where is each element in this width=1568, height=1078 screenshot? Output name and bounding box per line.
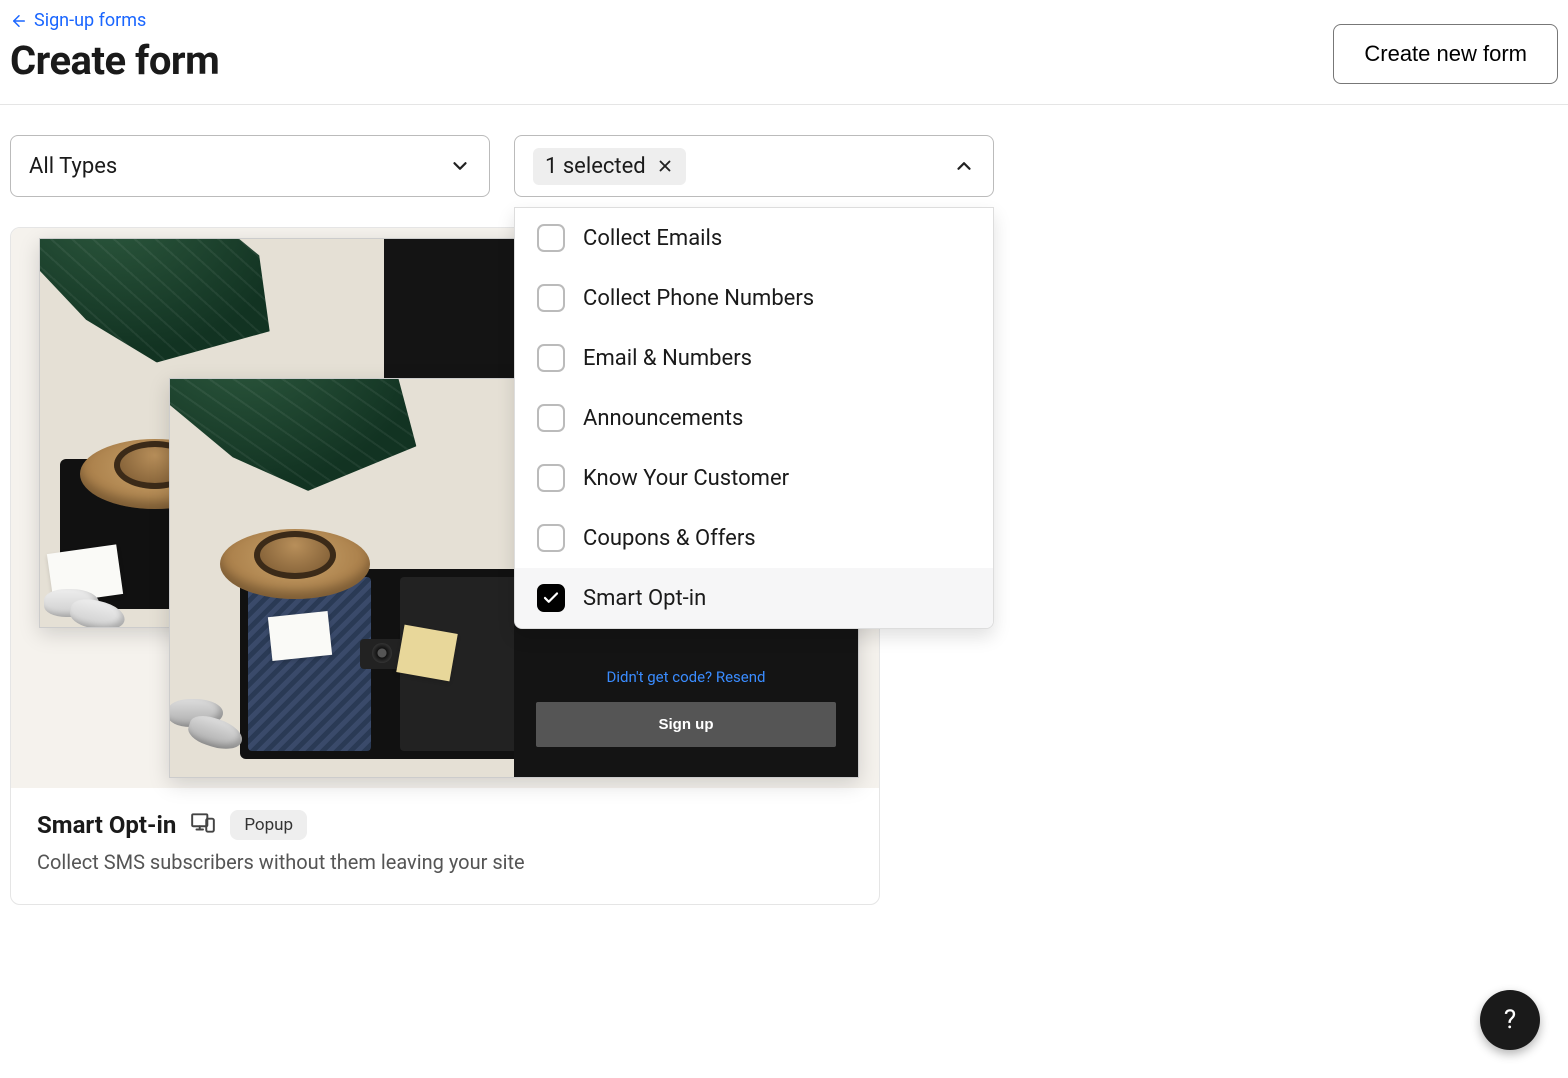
help-icon: ?: [1504, 1005, 1516, 1035]
checkbox-icon: [537, 464, 565, 492]
filter-goals-chip[interactable]: 1 selected: [533, 148, 686, 185]
goal-option-know-customer[interactable]: Know Your Customer: [515, 448, 993, 508]
filter-types-label: All Types: [29, 154, 117, 179]
filter-goals-select[interactable]: 1 selected: [514, 135, 994, 197]
create-new-form-button[interactable]: Create new form: [1333, 24, 1558, 84]
goal-option-label: Collect Phone Numbers: [583, 286, 814, 311]
template-title: Smart Opt-in: [37, 811, 176, 839]
arrow-left-icon: [10, 12, 28, 30]
goal-option-smart-optin[interactable]: Smart Opt-in: [515, 568, 993, 628]
goal-option-label: Smart Opt-in: [583, 586, 706, 611]
preview-resend-link: Resend: [716, 668, 766, 686]
goal-option-label: Collect Emails: [583, 226, 722, 251]
preview-resend-prefix: Didn't get code?: [607, 668, 716, 686]
preview-resend-row: Didn't get code? Resend: [607, 668, 766, 686]
checkbox-icon: [537, 284, 565, 312]
goal-option-label: Announcements: [583, 406, 743, 431]
checkbox-icon: [537, 404, 565, 432]
goal-option-label: Email & Numbers: [583, 346, 752, 371]
filter-goals-chip-label: 1 selected: [545, 154, 646, 179]
template-type-badge: Popup: [230, 810, 307, 840]
chevron-up-icon: [953, 155, 975, 177]
close-icon[interactable]: [656, 157, 674, 175]
preview-signup-button: Sign up: [536, 702, 836, 747]
breadcrumb-label: Sign-up forms: [34, 10, 146, 31]
checkbox-icon: [537, 224, 565, 252]
goal-option-announcements[interactable]: Announcements: [515, 388, 993, 448]
goal-option-collect-emails[interactable]: Collect Emails: [515, 208, 993, 268]
checkbox-checked-icon: [537, 584, 565, 612]
goal-option-label: Know Your Customer: [583, 466, 789, 491]
help-button[interactable]: ?: [1480, 990, 1540, 1050]
goal-option-label: Coupons & Offers: [583, 526, 756, 551]
goal-option-coupons[interactable]: Coupons & Offers: [515, 508, 993, 568]
checkbox-icon: [537, 344, 565, 372]
goal-option-collect-phone[interactable]: Collect Phone Numbers: [515, 268, 993, 328]
filter-goals-dropdown: Collect Emails Collect Phone Numbers Ema…: [514, 207, 994, 629]
page-title: Create form: [10, 37, 219, 84]
checkbox-icon: [537, 524, 565, 552]
chevron-down-icon: [449, 155, 471, 177]
goal-option-email-numbers[interactable]: Email & Numbers: [515, 328, 993, 388]
filter-types-select[interactable]: All Types: [10, 135, 490, 197]
breadcrumb-back[interactable]: Sign-up forms: [10, 10, 146, 31]
template-description: Collect SMS subscribers without them lea…: [37, 850, 853, 874]
devices-icon: [190, 810, 216, 840]
